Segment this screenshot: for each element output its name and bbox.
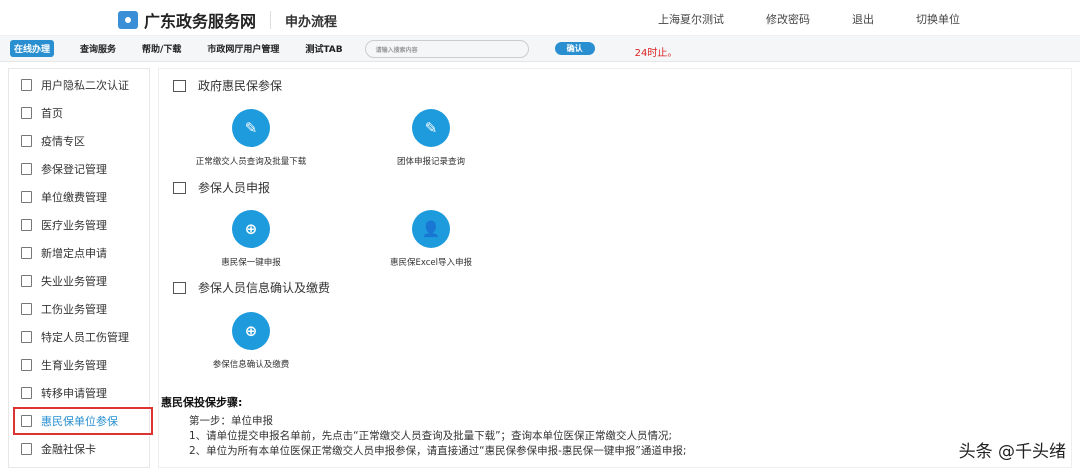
normal-payers-query-button[interactable]: ✎ 正常缴交人员查询及批量下载	[171, 109, 331, 167]
sidebar-item-label: 新增定点申请	[41, 247, 107, 260]
card-label: 参保信息确认及缴费	[212, 360, 290, 370]
card-label: 惠民保一键申报	[221, 258, 281, 268]
step-line: 2、单位为所有本单位医保正常缴交人员申报参保，请直接通过“惠民保参保申报-惠民保…	[189, 445, 687, 457]
notice-text: 24时止。	[634, 48, 678, 59]
user-name-link[interactable]: 上海夏尔测试	[658, 11, 724, 27]
search-input[interactable]: 请输入搜索内容	[364, 39, 529, 58]
sidebar-item-label: 工伤业务管理	[41, 303, 107, 316]
document-icon	[21, 359, 32, 371]
step-line: 第一步：单位申报	[189, 415, 273, 427]
section-insured-declaration: 参保人员申报	[173, 179, 270, 196]
sidebar-item-label: 惠民保单位参保	[41, 415, 118, 428]
sidebar-item-privacy-auth[interactable]: 用户隐私二次认证	[9, 71, 149, 99]
sidebar-item-maternity[interactable]: 生育业务管理	[9, 351, 149, 379]
one-click-declare-button[interactable]: ⊕ 惠民保一键申报	[171, 210, 331, 268]
section-title: 参保人员信息确认及缴费	[198, 281, 331, 295]
document-icon	[21, 415, 32, 427]
sidebar: 用户隐私二次认证 首页 疫情专区 参保登记管理 单位缴费管理 医疗业务管理 新增…	[8, 68, 153, 468]
nav-bar: 在线办理 查询服务 帮助/下载 市政网厅用户管理 测试TAB 请输入搜索内容 确…	[0, 36, 1080, 62]
document-icon	[21, 135, 32, 147]
excel-import-button[interactable]: 👤 惠民保Excel导入申报	[351, 210, 511, 268]
watermark: 头条 @千头绪	[958, 442, 1066, 462]
logo-icon	[118, 11, 138, 29]
section-gov-huiminbao: 政府惠民保参保	[173, 77, 282, 94]
tab-online[interactable]: 在线办理	[10, 40, 55, 57]
section-confirm-pay: 参保人员信息确认及缴费	[173, 279, 330, 296]
tab-user-management[interactable]: 市政网厅用户管理	[207, 42, 279, 55]
sidebar-item-label: 用户隐私二次认证	[41, 79, 129, 92]
edit-icon	[173, 281, 186, 294]
edit-document-icon: ✎	[232, 109, 270, 147]
sidebar-item-finance-card[interactable]: 金融社保卡	[9, 435, 149, 463]
section-title: 政府惠民保参保	[198, 79, 283, 93]
sidebar-item-huiminbao[interactable]: 惠民保单位参保	[13, 407, 153, 435]
sidebar-item-special-injury[interactable]: 特定人员工伤管理	[9, 323, 149, 351]
steps-title: 惠民保投保步骤:	[161, 396, 243, 409]
sidebar-item-label: 特定人员工伤管理	[41, 331, 129, 344]
document-icon	[21, 79, 32, 91]
document-icon	[21, 247, 32, 259]
sidebar-item-label: 首页	[41, 107, 63, 120]
shield-plus-icon: ⊕	[232, 312, 270, 350]
confirm-button[interactable]: 确认	[554, 42, 595, 55]
sidebar-item-injury[interactable]: 工伤业务管理	[9, 295, 149, 323]
edit-document-icon: ✎	[412, 109, 450, 147]
card-icon	[21, 443, 32, 455]
top-links: 上海夏尔测试 修改密码 退出 切换单位	[658, 11, 1002, 27]
site-title: 广东政务服务网	[144, 12, 257, 31]
shield-plus-icon: ⊕	[232, 210, 270, 248]
document-icon	[21, 275, 32, 287]
sidebar-item-unemployment[interactable]: 失业业务管理	[9, 267, 149, 295]
sidebar-item-epidemic[interactable]: 疫情专区	[9, 127, 149, 155]
logo[interactable]: 广东政务服务网 申办流程	[118, 8, 337, 32]
sidebar-item-label: 医疗业务管理	[41, 219, 107, 232]
sidebar-item-label: 生育业务管理	[41, 359, 107, 372]
document-icon	[21, 219, 32, 231]
change-password-link[interactable]: 修改密码	[766, 11, 810, 27]
document-icon	[21, 303, 32, 315]
sidebar-item-registration[interactable]: 参保登记管理	[9, 155, 149, 183]
edit-icon	[173, 79, 186, 92]
user-plus-icon: 👤	[412, 210, 450, 248]
sidebar-item-label: 参保登记管理	[41, 163, 107, 176]
document-icon	[21, 331, 32, 343]
edit-icon	[173, 181, 186, 194]
page-subtitle: 申办流程	[285, 14, 338, 30]
document-icon	[21, 387, 32, 399]
tab-test[interactable]: 测试TAB	[305, 42, 342, 55]
logout-link[interactable]: 退出	[852, 11, 874, 27]
header: 广东政务服务网 申办流程 上海夏尔测试 修改密码 退出 切换单位	[0, 0, 1080, 36]
document-icon	[21, 191, 32, 203]
sidebar-item-home[interactable]: 首页	[9, 99, 149, 127]
sidebar-item-label: 转移申请管理	[41, 387, 107, 400]
sidebar-item-new-point[interactable]: 新增定点申请	[9, 239, 149, 267]
card-label: 团体申报记录查询	[396, 157, 465, 167]
tab-query[interactable]: 查询服务	[80, 42, 116, 55]
sidebar-item-payment[interactable]: 单位缴费管理	[9, 183, 149, 211]
sidebar-item-label: 疫情专区	[41, 135, 85, 148]
divider	[270, 11, 272, 29]
sidebar-item-label: 失业业务管理	[41, 275, 107, 288]
document-icon	[21, 163, 32, 175]
sidebar-item-transfer[interactable]: 转移申请管理	[9, 379, 149, 407]
home-icon	[21, 107, 32, 119]
card-label: 正常缴交人员查询及批量下载	[195, 157, 307, 167]
confirm-and-pay-button[interactable]: ⊕ 参保信息确认及缴费	[171, 312, 331, 370]
group-record-query-button[interactable]: ✎ 团体申报记录查询	[351, 109, 511, 167]
sidebar-item-label: 金融社保卡	[41, 443, 96, 456]
sidebar-item-medical[interactable]: 医疗业务管理	[9, 211, 149, 239]
section-title: 参保人员申报	[198, 181, 271, 195]
main-content: 政府惠民保参保 ✎ 正常缴交人员查询及批量下载 ✎ 团体申报记录查询 参保人员申报 …	[158, 68, 1072, 468]
switch-unit-link[interactable]: 切换单位	[916, 11, 960, 27]
step-line: 1、请单位提交申报名单前，先点击“正常缴交人员查询及批量下载”；查询本单位医保正…	[189, 430, 673, 442]
steps-section: 惠民保投保步骤: 第一步：单位申报 1、请单位提交申报名单前，先点击“正常缴交人…	[161, 395, 686, 459]
tab-help[interactable]: 帮助/下载	[142, 42, 181, 55]
card-label: 惠民保Excel导入申报	[389, 258, 473, 268]
sidebar-item-label: 单位缴费管理	[41, 191, 107, 204]
